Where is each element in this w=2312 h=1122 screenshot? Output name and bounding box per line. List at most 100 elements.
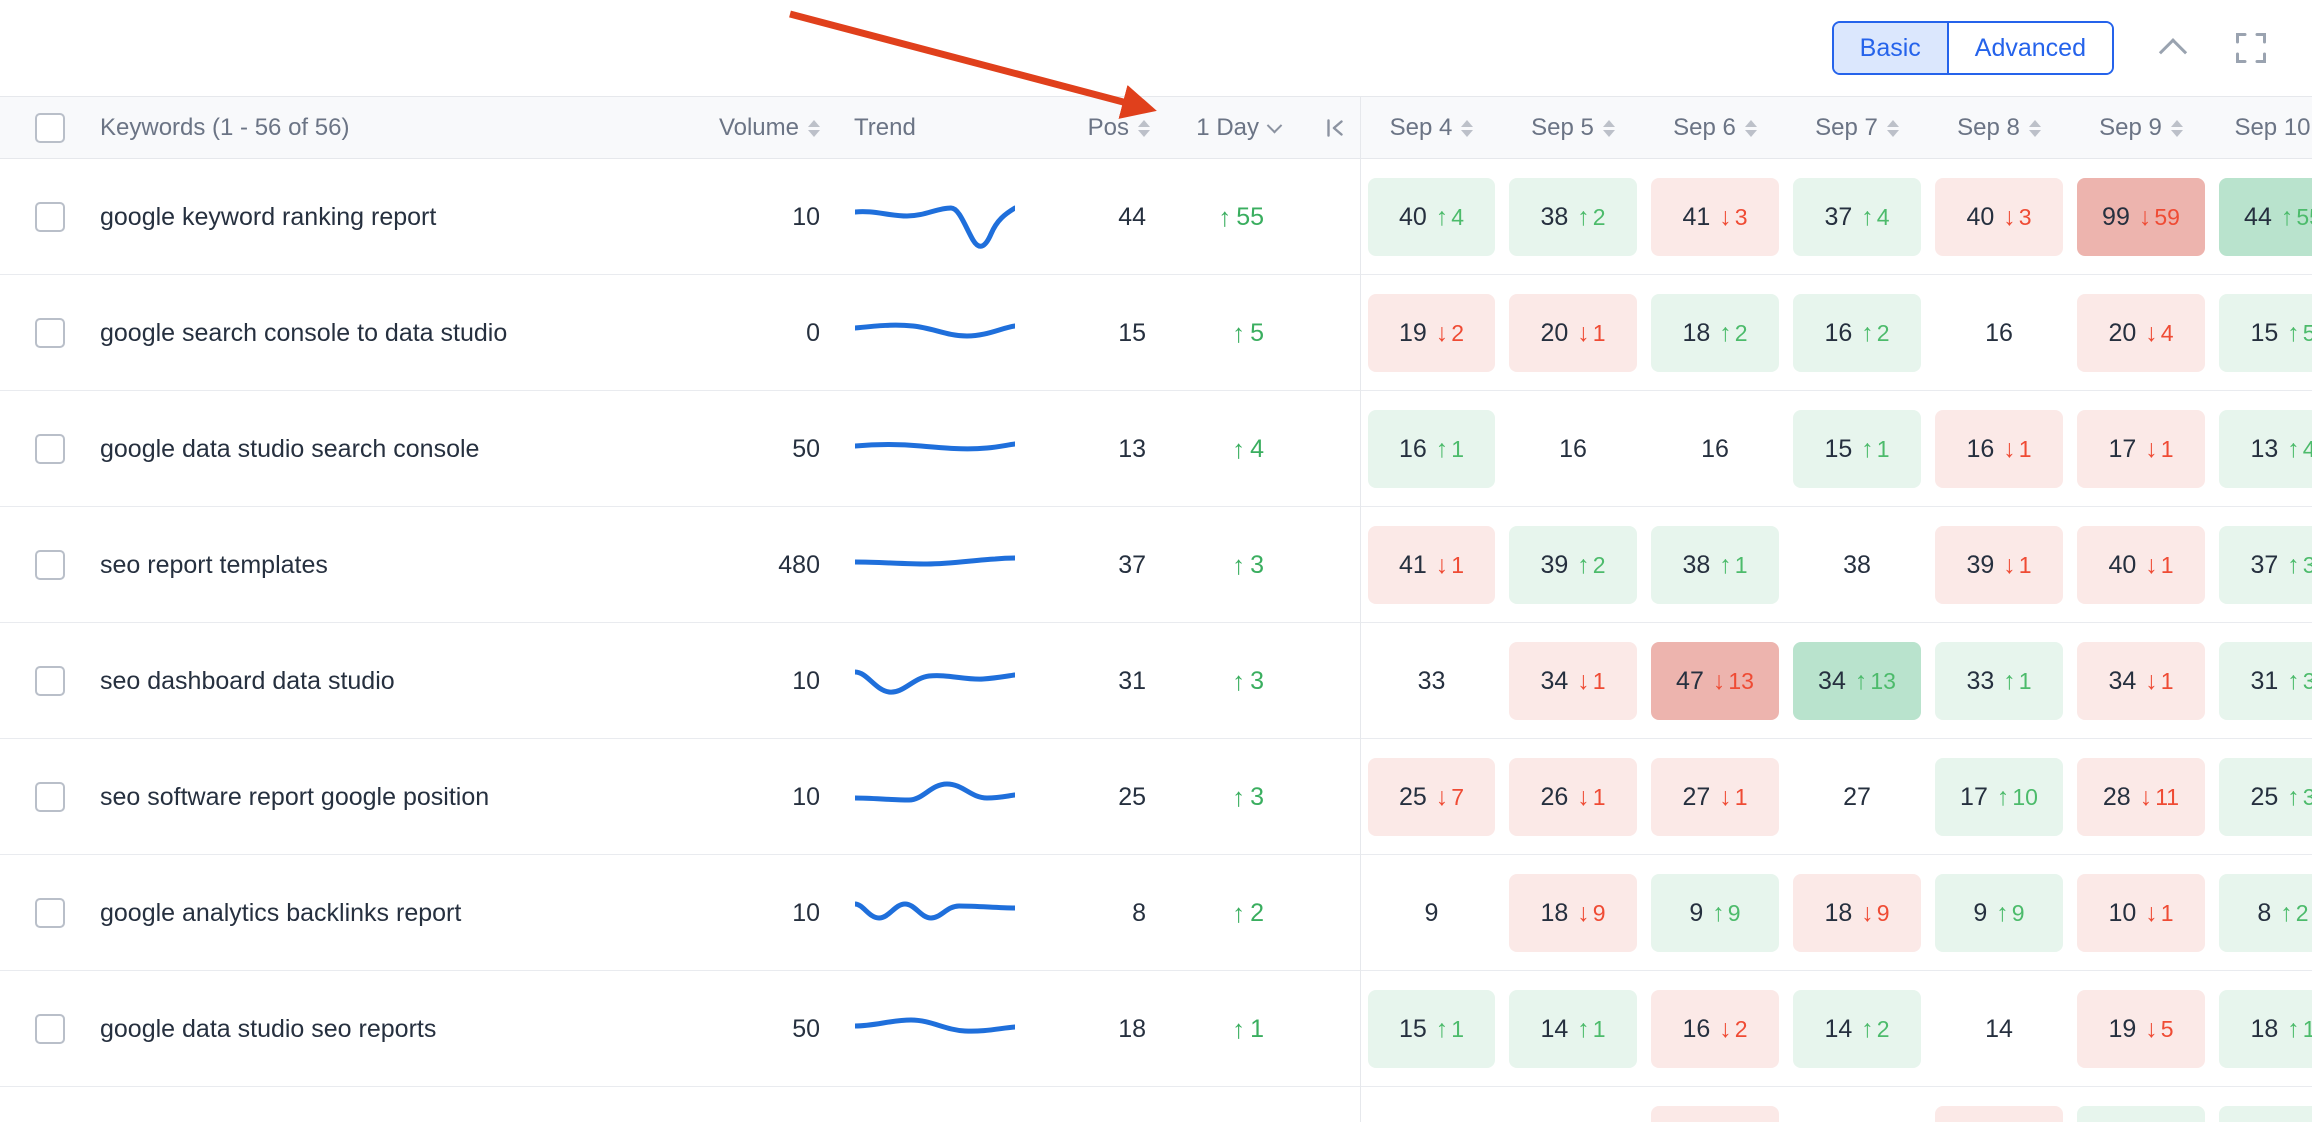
chevron-down-icon[interactable] bbox=[1266, 117, 1283, 133]
jump-to-first-icon[interactable] bbox=[1310, 97, 1360, 159]
table-row[interactable]: seo dashboard data studio 10 31 ↑ 3 33 34 … bbox=[0, 623, 2312, 739]
keyword-cell[interactable]: seo software report google position bbox=[100, 739, 660, 855]
date-cell[interactable]: 25 ↑ 3 bbox=[2212, 739, 2312, 855]
header-pos[interactable]: Pos bbox=[1050, 97, 1150, 159]
sort-icon[interactable] bbox=[2028, 119, 2041, 137]
date-cell[interactable]: 37 ↑ 4 bbox=[1786, 159, 1928, 275]
date-cell[interactable]: 29 bbox=[1786, 1087, 1928, 1122]
table-row[interactable]: google data studio seo reports 50 18 ↑ 1 1… bbox=[0, 971, 2312, 1087]
table-row[interactable]: google keyword ranking report 10 44 ↑ 55 4… bbox=[0, 159, 2312, 275]
date-cell[interactable]: 17 ↑ 10 bbox=[1928, 739, 2070, 855]
date-cell[interactable]: 15 ↑ 1 bbox=[1786, 391, 1928, 507]
date-cell[interactable]: 16 ↓ 1 bbox=[1928, 391, 2070, 507]
date-cell[interactable]: 38 ↑ 1 bbox=[1644, 507, 1786, 623]
keyword-cell[interactable]: google analytics backlinks report bbox=[100, 855, 660, 971]
date-cell[interactable]: 29 ↓1 bbox=[1644, 1087, 1786, 1122]
date-cell[interactable]: 28 bbox=[1360, 1087, 1502, 1122]
table-row[interactable]: seo report templates 480 37 ↑ 3 41 ↓ 1 39 ↑… bbox=[0, 507, 2312, 623]
date-cell[interactable]: 15 ↑ 1 bbox=[1360, 971, 1502, 1087]
header-date-1[interactable]: Sep 5 bbox=[1502, 97, 1644, 159]
date-cell[interactable]: 19 ↓ 2 bbox=[1360, 275, 1502, 391]
date-cell[interactable]: 18 ↑ 1 bbox=[2212, 971, 2312, 1087]
header-date-2[interactable]: Sep 6 bbox=[1644, 97, 1786, 159]
row-checkbox[interactable] bbox=[35, 898, 65, 928]
keyword-cell[interactable]: google search console to data studio bbox=[100, 275, 660, 391]
date-cell[interactable]: 8 ↑ 2 bbox=[2212, 855, 2312, 971]
header-period-1day[interactable]: 1 Day bbox=[1150, 97, 1310, 159]
keyword-cell[interactable]: seo report templates bbox=[100, 507, 660, 623]
sort-icon[interactable] bbox=[1886, 119, 1899, 137]
date-cell[interactable]: 10 ↓ 1 bbox=[2070, 855, 2212, 971]
advanced-view-button[interactable]: Advanced bbox=[1946, 23, 2112, 73]
sort-icon[interactable] bbox=[1138, 119, 1150, 137]
date-cell[interactable]: 41 ↓ 1 bbox=[1360, 507, 1502, 623]
row-checkbox[interactable] bbox=[35, 434, 65, 464]
keyword-cell[interactable]: google keyword ranking report bbox=[100, 159, 660, 275]
sort-icon[interactable] bbox=[1602, 119, 1615, 137]
date-cell[interactable]: 38 ↑ 2 bbox=[1502, 159, 1644, 275]
row-checkbox[interactable] bbox=[35, 666, 65, 696]
date-cell[interactable]: 28 ↑2 bbox=[2070, 1087, 2212, 1122]
date-cell[interactable]: 16 ↑ 1 bbox=[1360, 391, 1502, 507]
date-cell[interactable]: 16 ↑ 2 bbox=[1786, 275, 1928, 391]
chevron-up-icon[interactable] bbox=[2154, 29, 2192, 67]
basic-view-button[interactable]: Basic bbox=[1833, 23, 1947, 73]
header-date-4[interactable]: Sep 8 bbox=[1928, 97, 2070, 159]
date-cell[interactable]: 16 bbox=[1928, 275, 2070, 391]
date-cell[interactable]: 19 ↓ 5 bbox=[2070, 971, 2212, 1087]
date-cell[interactable]: 15 ↑ 5 bbox=[2212, 275, 2312, 391]
row-checkbox[interactable] bbox=[35, 1014, 65, 1044]
date-cell[interactable]: 14 ↑ 1 bbox=[1502, 971, 1644, 1087]
date-cell[interactable]: 34 ↑ 13 bbox=[1786, 623, 1928, 739]
header-volume[interactable]: Volume bbox=[660, 97, 820, 159]
keyword-cell[interactable]: google data studio search console bbox=[100, 391, 660, 507]
header-date-3[interactable]: Sep 7 bbox=[1786, 97, 1928, 159]
date-cell[interactable]: 9 ↑ 9 bbox=[1928, 855, 2070, 971]
date-cell[interactable]: 41 ↓ 3 bbox=[1644, 159, 1786, 275]
date-cell[interactable]: 27 ↑1 bbox=[2212, 1087, 2312, 1122]
keyword-cell[interactable]: google data studio seo reports bbox=[100, 971, 660, 1087]
row-checkbox[interactable] bbox=[35, 202, 65, 232]
date-cell[interactable]: 34 ↓ 1 bbox=[1502, 623, 1644, 739]
date-cell[interactable]: 20 ↓ 1 bbox=[1502, 275, 1644, 391]
header-date-5[interactable]: Sep 9 bbox=[2070, 97, 2212, 159]
header-date-0[interactable]: Sep 4 bbox=[1360, 97, 1502, 159]
date-cell[interactable]: 44 ↑55 bbox=[2212, 159, 2312, 275]
date-cell[interactable]: 99 ↓ 59 bbox=[2070, 159, 2212, 275]
table-row[interactable]: monthly seo report template50 27 ↑1 28 2… bbox=[0, 1087, 2312, 1122]
table-row[interactable]: google search console to data studio 0 15… bbox=[0, 275, 2312, 391]
table-row[interactable]: seo software report google position 10 25… bbox=[0, 739, 2312, 855]
date-cell[interactable]: 9 bbox=[1360, 855, 1502, 971]
date-cell[interactable]: 30 ↓1 bbox=[1928, 1087, 2070, 1122]
sort-icon[interactable] bbox=[1461, 119, 1474, 137]
date-cell[interactable]: 40 ↑ 4 bbox=[1360, 159, 1502, 275]
table-row[interactable]: google analytics backlinks report 10 8 ↑ 2… bbox=[0, 855, 2312, 971]
keyword-cell[interactable]: seo dashboard data studio bbox=[100, 623, 660, 739]
date-cell[interactable]: 31 ↑ 3 bbox=[2212, 623, 2312, 739]
fullscreen-icon[interactable] bbox=[2232, 29, 2270, 67]
view-mode-toggle[interactable]: Basic Advanced bbox=[1831, 21, 2114, 75]
date-cell[interactable]: 16 ↓ 2 bbox=[1644, 971, 1786, 1087]
select-all-checkbox[interactable] bbox=[35, 113, 65, 143]
date-cell[interactable]: 40 ↓ 1 bbox=[2070, 507, 2212, 623]
date-cell[interactable]: 27 ↓ 1 bbox=[1644, 739, 1786, 855]
date-cell[interactable]: 17 ↓ 1 bbox=[2070, 391, 2212, 507]
date-cell[interactable]: 26 ↓ 1 bbox=[1502, 739, 1644, 855]
row-checkbox[interactable] bbox=[35, 550, 65, 580]
date-cell[interactable]: 16 bbox=[1502, 391, 1644, 507]
date-cell[interactable]: 27 bbox=[1786, 739, 1928, 855]
date-cell[interactable]: 28 bbox=[1502, 1087, 1644, 1122]
date-cell[interactable]: 18 ↓ 9 bbox=[1786, 855, 1928, 971]
table-row[interactable]: google data studio search console 50 13 ↑… bbox=[0, 391, 2312, 507]
sort-icon[interactable] bbox=[808, 119, 820, 137]
date-cell[interactable]: 28 ↓ 11 bbox=[2070, 739, 2212, 855]
date-cell[interactable]: 16 bbox=[1644, 391, 1786, 507]
date-cell[interactable]: 13 ↑ 4 bbox=[2212, 391, 2312, 507]
date-cell[interactable]: 34 ↓ 1 bbox=[2070, 623, 2212, 739]
date-cell[interactable]: 18 ↓ 9 bbox=[1502, 855, 1644, 971]
date-cell[interactable]: 37 ↑ 3 bbox=[2212, 507, 2312, 623]
date-cell[interactable]: 14 ↑ 2 bbox=[1786, 971, 1928, 1087]
date-cell[interactable]: 9 ↑ 9 bbox=[1644, 855, 1786, 971]
date-cell[interactable]: 40 ↓ 3 bbox=[1928, 159, 2070, 275]
header-date-6[interactable]: Sep 10 bbox=[2212, 97, 2312, 159]
